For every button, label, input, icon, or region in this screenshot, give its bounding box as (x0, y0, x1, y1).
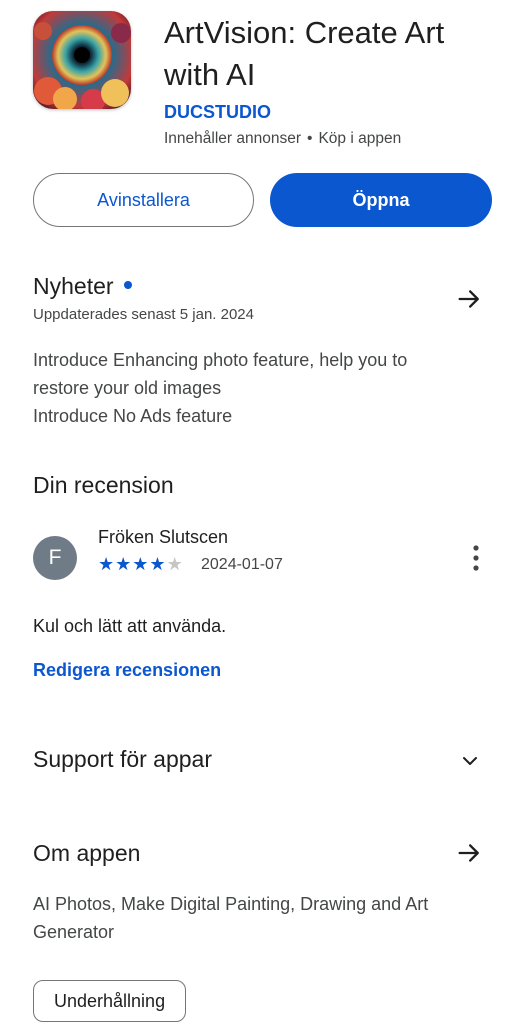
news-line: restore your old images (33, 378, 222, 398)
open-button[interactable]: Öppna (270, 173, 492, 227)
about-line: Generator (33, 922, 115, 942)
news-description: Introduce Enhancing photo feature, help … (33, 346, 407, 430)
uninstall-button[interactable]: Avinstallera (33, 173, 254, 227)
app-icon (33, 11, 131, 109)
in-app-purchases-notice: Köp i appen (318, 130, 402, 147)
about-section-title[interactable]: Om appen (33, 840, 140, 867)
category-chip[interactable]: Underhållning (33, 980, 187, 1022)
meta-separator: • (307, 130, 313, 147)
app-meta: Innehåller annonser • Köp i appen (164, 130, 401, 148)
app-title: ArtVision: Create Art with AI (164, 15, 445, 92)
more-vert-icon[interactable] (466, 542, 486, 574)
support-section-title[interactable]: Support för appar (33, 746, 212, 773)
review-date: 2024-01-07 (201, 556, 283, 573)
rating-stars: ★★★★★ (98, 554, 184, 575)
news-header[interactable]: Nyheter (33, 273, 132, 300)
star-filled-icon: ★ (98, 554, 116, 574)
arrow-right-icon[interactable] (455, 285, 483, 313)
news-updated-date: Uppdaterades senast 5 jan. 2024 (33, 306, 254, 323)
star-empty-icon: ★ (166, 554, 184, 574)
arrow-right-icon[interactable] (455, 839, 483, 867)
chevron-down-icon[interactable] (458, 749, 482, 773)
review-section-title: Din recension (33, 472, 174, 498)
news-line: Introduce No Ads feature (33, 406, 233, 426)
ads-notice: Innehåller annonser (164, 130, 302, 147)
review-text: Kul och lätt att använda. (33, 616, 227, 636)
edit-review-link[interactable]: Redigera recensionen (33, 660, 221, 681)
developer-link[interactable]: DUCSTUDIO (164, 102, 271, 123)
news-title: Nyheter (33, 273, 114, 299)
star-filled-icon: ★ (149, 554, 167, 574)
star-filled-icon: ★ (115, 554, 133, 574)
avatar: F (33, 536, 77, 580)
new-indicator-dot (123, 280, 132, 289)
reviewer-name: Fröken Slutscen (98, 527, 229, 547)
about-line: AI Photos, Make Digital Painting, Drawin… (33, 894, 429, 914)
about-description: AI Photos, Make Digital Painting, Drawin… (33, 890, 428, 946)
star-filled-icon: ★ (132, 554, 150, 574)
news-line: Introduce Enhancing photo feature, help … (33, 350, 408, 370)
